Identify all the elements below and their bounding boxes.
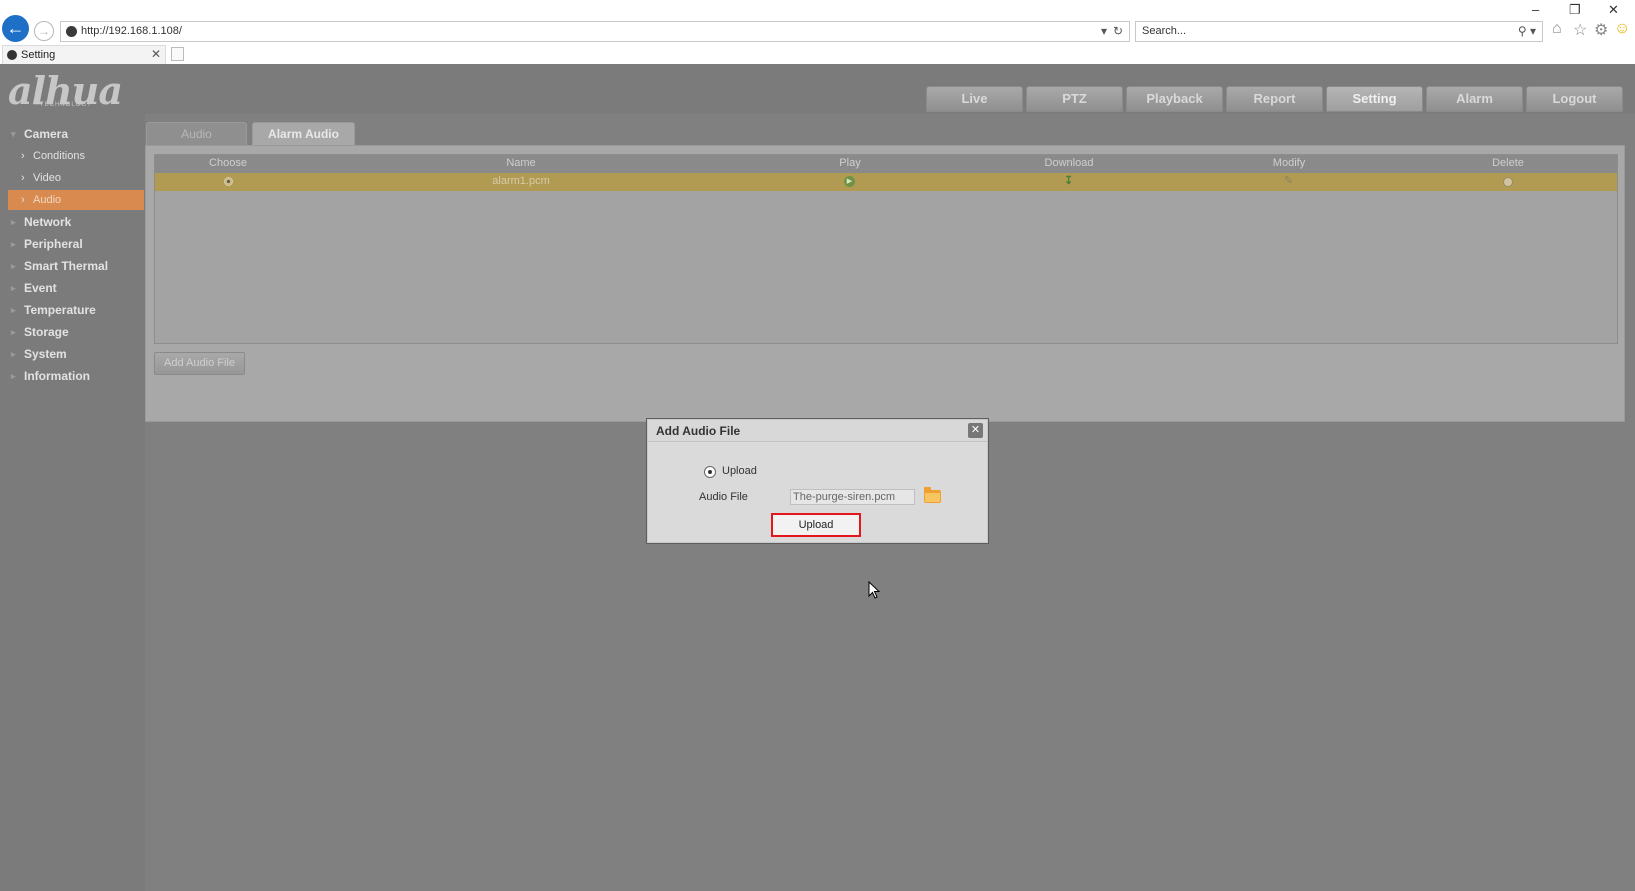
expand-icon: ▸ — [11, 305, 16, 315]
chevron-right-icon: › — [21, 172, 25, 184]
nav-playback[interactable]: Playback — [1126, 86, 1223, 112]
column-play: Play — [839, 157, 861, 169]
gear-icon[interactable]: ⚙ — [1594, 20, 1608, 40]
app-header: alhua TECHNOLOGY Live PTZ Playback Repor… — [0, 64, 1635, 114]
audio-file-table: Choose Name Play Download Modify Delete … — [154, 154, 1618, 344]
sidebar-item-camera[interactable]: ▾ Camera — [0, 124, 144, 144]
forward-arrow-icon[interactable]: → — [34, 21, 54, 41]
upload-radio-label: Upload — [722, 465, 757, 477]
column-name: Name — [506, 157, 536, 169]
sidebar-item-storage[interactable]: ▸ Storage — [0, 322, 144, 342]
column-modify: Modify — [1272, 157, 1306, 169]
expand-icon: ▸ — [11, 283, 16, 293]
new-tab-icon[interactable] — [171, 47, 184, 61]
browser-tab-strip: Setting ✕ — [0, 44, 1635, 64]
add-audio-file-button[interactable]: Add Audio File — [154, 352, 245, 375]
expand-icon: ▸ — [11, 261, 16, 271]
dialog-body: Upload Audio File Upload — [648, 443, 987, 542]
address-bar[interactable]: http://192.168.1.108/ ▾ ↻ — [60, 21, 1130, 42]
sidebar-item-video[interactable]: › Video — [0, 168, 144, 188]
sidebar-item-temperature[interactable]: ▸ Temperature — [0, 300, 144, 320]
sidebar-item-smart-thermal[interactable]: ▸ Smart Thermal — [0, 256, 144, 276]
dialog-title: Add Audio File — [656, 424, 741, 438]
home-icon[interactable]: ⌂ — [1552, 20, 1562, 38]
collapse-icon: ▾ — [11, 129, 16, 139]
tab-alarm-audio[interactable]: Alarm Audio — [252, 122, 355, 146]
site-icon — [66, 26, 77, 37]
add-audio-file-dialog: Add Audio File ✕ Upload Audio File Uploa… — [646, 418, 989, 544]
sidebar-item-conditions[interactable]: › Conditions — [0, 146, 144, 166]
dropdown-icon[interactable]: ▾ — [1101, 24, 1107, 38]
audio-file-label: Audio File — [699, 491, 748, 503]
browser-search-input[interactable]: Search... ⚲ ▾ — [1135, 21, 1543, 42]
smiley-icon[interactable]: ☺ — [1614, 20, 1630, 38]
expand-icon: ▸ — [11, 371, 16, 381]
expand-icon: ▸ — [11, 327, 16, 337]
search-placeholder: Search... — [1142, 25, 1187, 37]
nav-logout[interactable]: Logout — [1526, 86, 1623, 112]
tab-audio[interactable]: Audio — [146, 122, 247, 146]
expand-icon: ▸ — [11, 217, 16, 227]
dialog-title-bar: Add Audio File ✕ — [648, 420, 987, 442]
nav-setting[interactable]: Setting — [1326, 86, 1423, 112]
pencil-icon[interactable]: ✎ — [1284, 174, 1293, 187]
choose-radio[interactable] — [224, 177, 233, 186]
sidebar-item-peripheral[interactable]: ▸ Peripheral — [0, 234, 144, 254]
nav-live[interactable]: Live — [926, 86, 1023, 112]
sidebar-item-audio[interactable]: › Audio — [8, 190, 144, 210]
search-icon[interactable]: ⚲ ▾ — [1518, 24, 1536, 38]
sidebar: ▾ Camera › Conditions › Video › Audio ▸ … — [0, 114, 145, 891]
delete-icon[interactable] — [1503, 177, 1513, 187]
sidebar-item-information[interactable]: ▸ Information — [0, 366, 144, 386]
window-close-icon[interactable]: ✕ — [1608, 2, 1619, 18]
upload-radio[interactable] — [704, 466, 716, 478]
chevron-right-icon: › — [21, 150, 25, 162]
column-download: Download — [1044, 157, 1094, 169]
chevron-right-icon: › — [21, 194, 25, 206]
folder-icon[interactable] — [924, 487, 941, 503]
audio-file-input[interactable] — [790, 489, 915, 505]
nav-ptz[interactable]: PTZ — [1026, 86, 1123, 112]
refresh-icon[interactable]: ↻ — [1113, 24, 1123, 38]
column-choose: Choose — [209, 157, 247, 169]
nav-alarm[interactable]: Alarm — [1426, 86, 1523, 112]
minimize-icon[interactable]: – — [1532, 2, 1539, 17]
restore-icon[interactable]: ❐ — [1569, 2, 1581, 18]
tab-title: Setting — [21, 49, 56, 61]
column-delete: Delete — [1492, 157, 1524, 169]
sidebar-item-event[interactable]: ▸ Event — [0, 278, 144, 298]
star-icon[interactable]: ☆ — [1573, 20, 1587, 40]
tab-site-icon — [7, 50, 17, 60]
download-icon[interactable]: ↧ — [1064, 174, 1073, 187]
play-icon[interactable]: ▶ — [844, 176, 855, 187]
sidebar-item-system[interactable]: ▸ System — [0, 344, 144, 364]
address-text[interactable]: http://192.168.1.108/ — [81, 25, 182, 37]
expand-icon: ▸ — [11, 239, 16, 249]
tab-close-icon[interactable]: ✕ — [151, 47, 161, 61]
logo-subtitle: TECHNOLOGY — [40, 102, 93, 108]
back-arrow-icon[interactable]: ← — [2, 15, 29, 42]
table-header: Choose Name Play Download Modify Delete — [155, 155, 1617, 173]
browser-tab-setting[interactable]: Setting ✕ — [2, 45, 166, 64]
file-name: alarm1.pcm — [492, 175, 550, 187]
nav-report[interactable]: Report — [1226, 86, 1323, 112]
upload-button[interactable]: Upload — [771, 513, 861, 537]
expand-icon: ▸ — [11, 349, 16, 359]
close-icon[interactable]: ✕ — [968, 423, 983, 438]
table-row[interactable]: alarm1.pcm ▶ ↧ ✎ — [155, 173, 1617, 191]
sidebar-item-network[interactable]: ▸ Network — [0, 212, 144, 232]
